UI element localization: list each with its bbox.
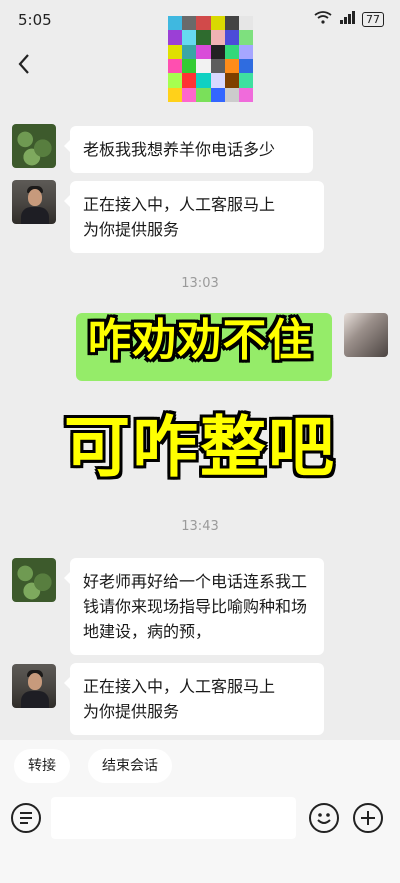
message-bubble[interactable]: 正在接入中，人工客服马上 为你提供服务 bbox=[64, 663, 324, 735]
customer-avatar[interactable] bbox=[12, 124, 56, 168]
message-bubble[interactable]: 老板我我想养羊你电话多少 bbox=[64, 126, 313, 173]
customer-avatar[interactable] bbox=[12, 558, 56, 602]
message-text: 正在接入中，人工客服马上 bbox=[83, 677, 276, 696]
chat-header bbox=[0, 16, 400, 108]
end-session-button[interactable]: 结束会话 bbox=[88, 749, 172, 783]
caption-line-2: 可咋整吧 bbox=[64, 409, 336, 486]
timestamp: 13:03 bbox=[181, 276, 219, 291]
battery-icon: 77 bbox=[362, 11, 384, 27]
message-text: 为你提供服务 bbox=[83, 702, 180, 721]
menu-icon[interactable] bbox=[11, 803, 41, 833]
chevron-left-icon bbox=[18, 54, 29, 74]
signal-icon bbox=[338, 11, 356, 27]
message-bubble[interactable]: 好老师再好给一个电话连系我工钱请你来现场指导比喻购种和场地建设，病的预， bbox=[64, 558, 324, 655]
agent-avatar[interactable] bbox=[12, 180, 56, 224]
contact-avatar[interactable] bbox=[168, 16, 253, 102]
status-time: 5:05 bbox=[18, 11, 52, 29]
caption-line-1: 咋劝劝不住 bbox=[87, 315, 313, 366]
message-text: 老板我我想养羊你电话多少 bbox=[83, 140, 276, 159]
status-icons: 77 bbox=[314, 11, 384, 27]
emoji-icon[interactable] bbox=[309, 803, 339, 833]
quick-action-bar: 转接 结束会话 bbox=[0, 740, 400, 792]
message-text: 好老师再好给一个电话连系我工钱请你来现场指导比喻购种和场地建设，病的预， bbox=[83, 572, 308, 641]
wifi-icon bbox=[314, 11, 332, 27]
input-bar bbox=[0, 792, 400, 883]
agent-avatar[interactable] bbox=[12, 664, 56, 708]
message-input[interactable] bbox=[51, 797, 296, 839]
message-text: 为你提供服务 bbox=[83, 220, 180, 239]
message-bubble[interactable]: 正在接入中，人工客服马上 为你提供服务 bbox=[64, 181, 324, 253]
transfer-button[interactable]: 转接 bbox=[14, 749, 70, 783]
back-button[interactable] bbox=[10, 48, 38, 80]
message-text: 正在接入中，人工客服马上 bbox=[83, 195, 276, 214]
timestamp: 13:43 bbox=[181, 519, 219, 534]
plus-icon[interactable] bbox=[353, 803, 383, 833]
